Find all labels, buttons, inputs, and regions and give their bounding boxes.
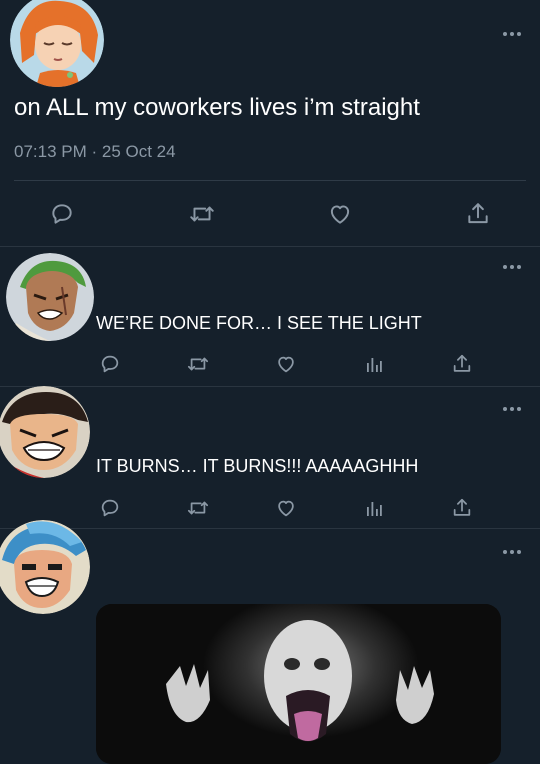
more-options-icon[interactable] [502, 263, 522, 271]
more-options-icon[interactable] [502, 548, 522, 556]
nami-avatar-icon[interactable] [10, 0, 104, 87]
divider [0, 246, 540, 247]
views-icon[interactable] [360, 494, 388, 522]
like-icon[interactable] [272, 494, 300, 522]
franky-avatar-icon[interactable] [0, 520, 90, 614]
share-icon[interactable] [448, 350, 476, 378]
share-icon[interactable] [448, 494, 476, 522]
zoro-avatar-icon[interactable] [6, 253, 94, 341]
luffy-avatar-icon[interactable] [0, 386, 90, 478]
reply-icon[interactable] [96, 494, 124, 522]
share-icon[interactable] [460, 196, 496, 232]
divider [0, 528, 540, 529]
divider [0, 386, 540, 387]
views-icon[interactable] [360, 350, 388, 378]
reply-icon[interactable] [96, 350, 124, 378]
reply-text: IT BURNS… IT BURNS!!! AAAAAGHHH [96, 456, 419, 476]
tweet-text: on ALL my coworkers lives i’m straight [14, 94, 420, 121]
like-icon[interactable] [272, 350, 300, 378]
more-options-icon[interactable] [502, 30, 522, 38]
more-options-icon[interactable] [502, 405, 522, 413]
retweet-icon[interactable] [184, 494, 212, 522]
reply-icon[interactable] [44, 196, 80, 232]
reply-text: WE’RE DONE FOR… I SEE THE LIGHT [96, 313, 422, 333]
tweet-timestamp[interactable]: 07:13 PM · 25 Oct 24 [14, 141, 176, 163]
divider [14, 180, 526, 181]
like-icon[interactable] [322, 196, 358, 232]
retweet-icon[interactable] [184, 196, 220, 232]
screaming-figure-image[interactable] [96, 604, 501, 764]
retweet-icon[interactable] [184, 350, 212, 378]
